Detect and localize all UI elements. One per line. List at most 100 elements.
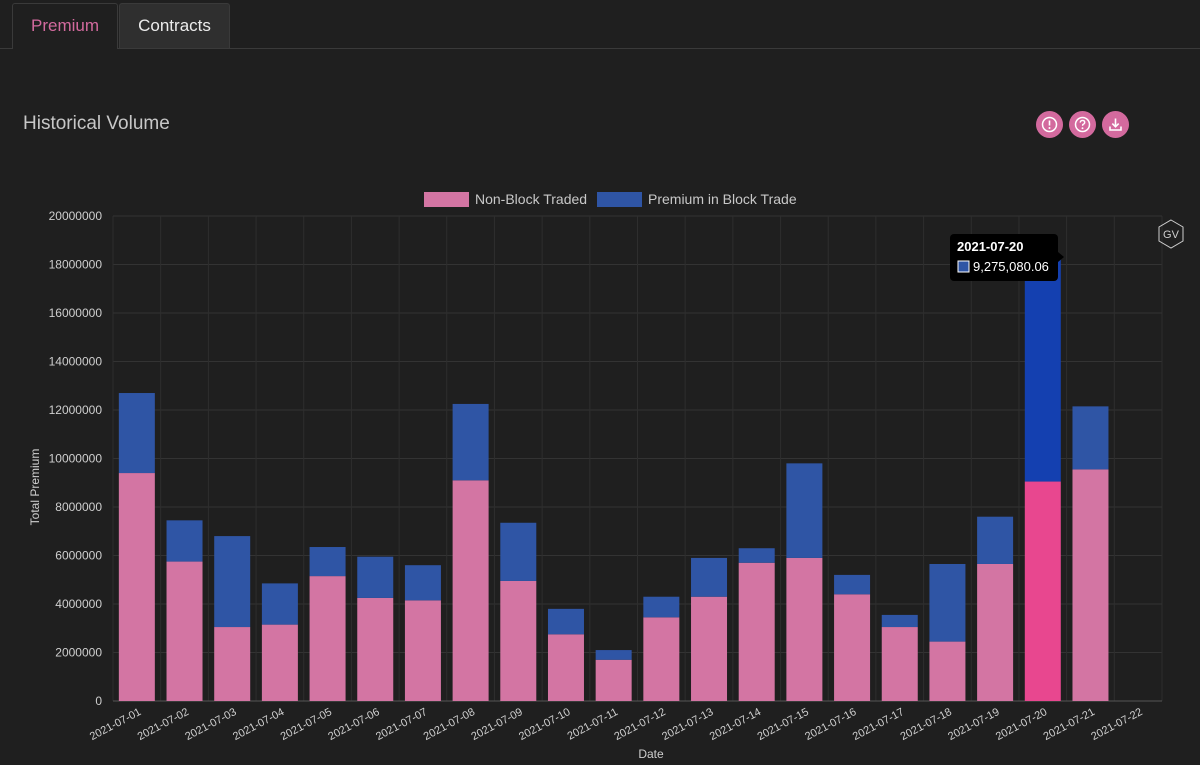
bar-block-trade[interactable] (786, 463, 823, 558)
bar-non-block[interactable] (500, 580, 537, 701)
legend-label: Non-Block Traded (475, 191, 587, 207)
bar-block-trade[interactable] (404, 565, 441, 601)
y-tick-label: 12000000 (49, 403, 103, 417)
y-tick-label: 14000000 (49, 355, 103, 369)
legend-label: Premium in Block Trade (648, 191, 797, 207)
tab-contracts[interactable]: Contracts (119, 3, 230, 48)
x-tick-label: 2021-07-08 (422, 706, 477, 743)
bar-non-block[interactable] (929, 641, 966, 701)
bar-block-trade[interactable] (1072, 406, 1109, 470)
tooltip-title: 2021-07-20 (957, 239, 1024, 254)
x-tick-label: 2021-07-11 (565, 706, 620, 743)
bar-block-trade[interactable] (309, 547, 346, 577)
section-title: Historical Volume (23, 113, 170, 134)
bar-non-block[interactable] (595, 659, 632, 701)
bar-non-block[interactable] (214, 627, 251, 701)
bar-block-trade[interactable] (166, 520, 203, 562)
legend-item-non-block[interactable]: Non-Block Traded (424, 191, 587, 207)
bar-block-trade[interactable] (738, 548, 775, 563)
y-axis-ticks: 0 2000000 4000000 6000000 8000000 10000000 120… (49, 209, 103, 708)
y-tick-label: 6000000 (55, 549, 102, 563)
y-tick-label: 20000000 (49, 209, 103, 223)
bar-block-trade[interactable] (977, 516, 1014, 564)
bar-non-block[interactable] (786, 557, 823, 701)
x-tick-label: 2021-07-14 (708, 706, 763, 743)
bar-block-trade[interactable] (500, 522, 537, 581)
y-tick-label: 8000000 (55, 500, 102, 514)
bar-block-trade[interactable] (643, 596, 680, 618)
legend-item-block[interactable]: Premium in Block Trade (597, 191, 797, 207)
x-tick-label: 2021-07-18 (899, 706, 954, 743)
bar-block-trade[interactable] (691, 557, 728, 597)
x-tick-label: 2021-07-01 (88, 706, 143, 743)
x-tick-label: 2021-07-06 (326, 706, 381, 743)
y-tick-label: 16000000 (49, 306, 103, 320)
bar-non-block[interactable] (166, 561, 203, 701)
bar-block-trade[interactable] (929, 563, 966, 642)
bar-non-block[interactable] (547, 634, 584, 701)
x-tick-label: 2021-07-21 (1042, 706, 1097, 743)
historical-volume-chart: 0 2000000 4000000 6000000 8000000 10000000 120… (28, 191, 1184, 761)
tooltip: 2021-07-20 9,275,080.06 (950, 234, 1064, 281)
y-tick-label: 2000000 (55, 646, 102, 660)
bar-block-trade[interactable] (834, 574, 871, 595)
y-axis-title: Total Premium (28, 449, 42, 526)
x-tick-label: 2021-07-13 (660, 706, 715, 743)
x-tick-label: 2021-07-10 (517, 706, 572, 743)
help-button[interactable] (1069, 111, 1096, 138)
bar-block-trade[interactable] (261, 583, 298, 625)
legend-swatch (597, 192, 642, 207)
bar-block-trade[interactable] (881, 614, 918, 628)
bar-non-block[interactable] (881, 627, 918, 701)
info-button[interactable] (1036, 111, 1063, 138)
x-tick-label: 2021-07-22 (1089, 706, 1144, 743)
bar-block-trade[interactable] (595, 650, 632, 660)
x-tick-label: 2021-07-03 (183, 706, 238, 743)
watermark-label: GV (1163, 229, 1180, 241)
bar-non-block[interactable] (691, 596, 728, 701)
question-circle-icon (1074, 116, 1091, 133)
bar-non-block[interactable] (643, 617, 680, 701)
tab-premium[interactable]: Premium (12, 3, 118, 49)
tooltip-value: 9,275,080.06 (973, 259, 1049, 274)
legend-swatch (424, 192, 469, 207)
bar-non-block[interactable] (357, 597, 394, 701)
bar-non-block[interactable] (404, 600, 441, 701)
x-tick-label: 2021-07-07 (374, 706, 429, 743)
x-tick-label: 2021-07-16 (803, 706, 858, 743)
x-axis-ticks: 2021-07-012021-07-022021-07-032021-07-04… (88, 706, 1145, 743)
chart-legend: Non-Block Traded Premium in Block Trade (424, 191, 797, 207)
tab-bar: Premium Contracts (0, 0, 1200, 49)
y-tick-label: 18000000 (49, 258, 103, 272)
x-tick-label: 2021-07-04 (231, 706, 286, 743)
x-tick-label: 2021-07-12 (612, 706, 667, 743)
chart-bars (118, 256, 1109, 701)
bar-non-block[interactable] (452, 480, 489, 701)
bar-block-trade[interactable] (118, 393, 155, 474)
bar-non-block[interactable] (118, 473, 155, 701)
download-icon (1109, 118, 1122, 131)
x-tick-label: 2021-07-19 (946, 706, 1001, 743)
y-tick-label: 0 (95, 694, 102, 708)
gv-watermark-icon: GV (1158, 219, 1184, 249)
bar-non-block[interactable] (834, 594, 871, 701)
bar-block-trade[interactable] (1024, 256, 1061, 482)
x-tick-label: 2021-07-20 (994, 706, 1049, 743)
bar-non-block[interactable] (738, 562, 775, 701)
bar-block-trade[interactable] (214, 536, 251, 628)
bar-non-block[interactable] (309, 576, 346, 701)
x-tick-label: 2021-07-17 (851, 706, 906, 743)
bar-block-trade[interactable] (357, 556, 394, 598)
x-tick-label: 2021-07-05 (279, 706, 334, 743)
bar-non-block[interactable] (1024, 481, 1061, 701)
bar-non-block[interactable] (977, 563, 1014, 701)
bar-non-block[interactable] (261, 624, 298, 701)
x-axis-title: Date (638, 747, 664, 761)
exclamation-circle-icon (1041, 116, 1058, 133)
x-tick-label: 2021-07-09 (469, 706, 524, 743)
bar-block-trade[interactable] (547, 608, 584, 635)
bar-non-block[interactable] (1072, 469, 1109, 701)
download-button[interactable] (1102, 111, 1129, 138)
y-tick-label: 10000000 (49, 452, 103, 466)
bar-block-trade[interactable] (452, 403, 489, 481)
